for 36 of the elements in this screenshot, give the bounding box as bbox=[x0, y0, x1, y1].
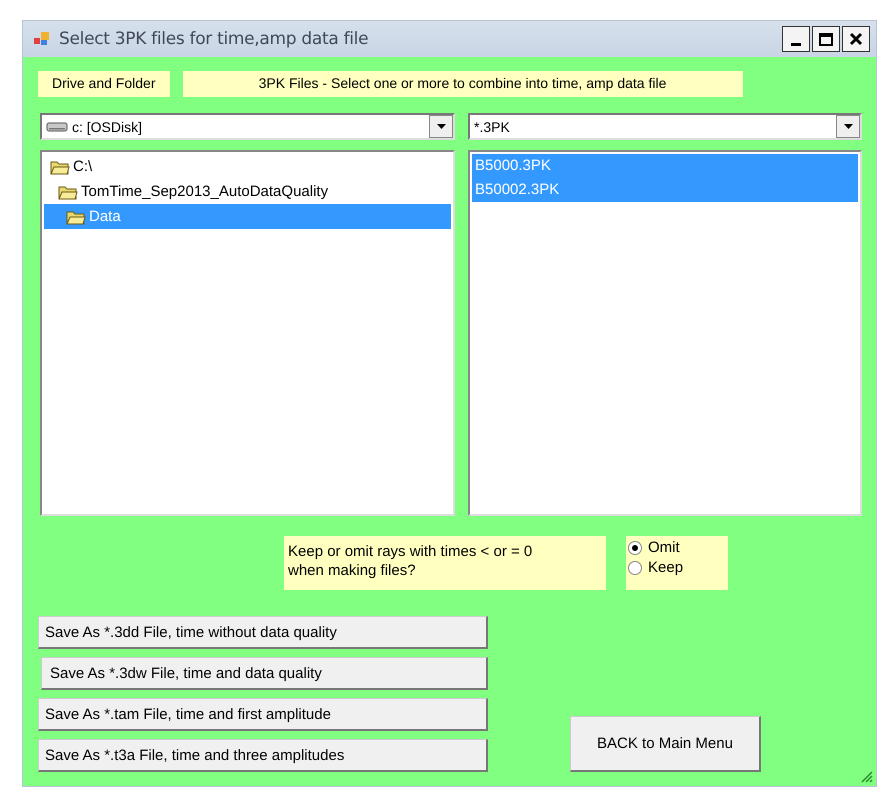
dropdown-button[interactable] bbox=[836, 115, 860, 138]
drive-icon bbox=[46, 122, 68, 132]
maximize-button[interactable] bbox=[812, 26, 840, 52]
back-button[interactable]: BACK to Main Menu bbox=[570, 716, 761, 772]
radio-option[interactable]: Omit bbox=[628, 539, 728, 556]
minimize-icon bbox=[791, 42, 801, 46]
radio-label: Omit bbox=[648, 539, 680, 556]
close-icon bbox=[849, 32, 863, 46]
maximize-icon bbox=[819, 32, 833, 46]
files-label: 3PK Files - Select one or more to combine into time, amp data file bbox=[182, 71, 742, 97]
radio-button[interactable] bbox=[628, 560, 642, 574]
filter-dropdown[interactable]: *.3PK bbox=[468, 113, 862, 140]
radio-label: Keep bbox=[648, 559, 684, 576]
app-icon bbox=[33, 31, 51, 47]
omit-question-label: Keep or omit rays with times < or = 0 when making files? bbox=[284, 536, 606, 590]
folder-icon bbox=[50, 158, 70, 174]
close-button[interactable] bbox=[842, 26, 870, 52]
dropdown-button[interactable] bbox=[429, 115, 453, 138]
radio-button[interactable] bbox=[628, 540, 642, 554]
tree-item[interactable]: TomTime_Sep2013_AutoDataQuality bbox=[44, 179, 451, 204]
radio-option[interactable]: Keep bbox=[628, 559, 728, 576]
save-button[interactable]: Save As *.3dd File, time without data quality bbox=[38, 616, 488, 649]
resize-grip-icon[interactable] bbox=[859, 769, 873, 783]
save-button[interactable]: Save As *.tam File, time and first amplitude bbox=[38, 698, 488, 731]
save-button[interactable]: Save As *.3dw File, time and data quality bbox=[41, 657, 488, 690]
drive-folder-label: Drive and Folder bbox=[38, 71, 170, 97]
drive-dropdown[interactable]: c: [OSDisk] bbox=[40, 113, 455, 140]
caret-icon bbox=[844, 124, 852, 129]
folder-tree[interactable]: C:\ TomTime_Sep2013_AutoDataQuality Data bbox=[40, 150, 455, 516]
save-button[interactable]: Save As *.t3a File, time and three amplitudes bbox=[38, 739, 488, 772]
window-title: Select 3PK files for time,amp data file bbox=[59, 29, 370, 49]
minimize-button[interactable] bbox=[782, 26, 810, 52]
folder-icon bbox=[66, 208, 86, 224]
tree-item[interactable]: C:\ bbox=[44, 154, 451, 179]
caret-icon bbox=[436, 124, 446, 129]
folder-icon bbox=[58, 184, 78, 200]
